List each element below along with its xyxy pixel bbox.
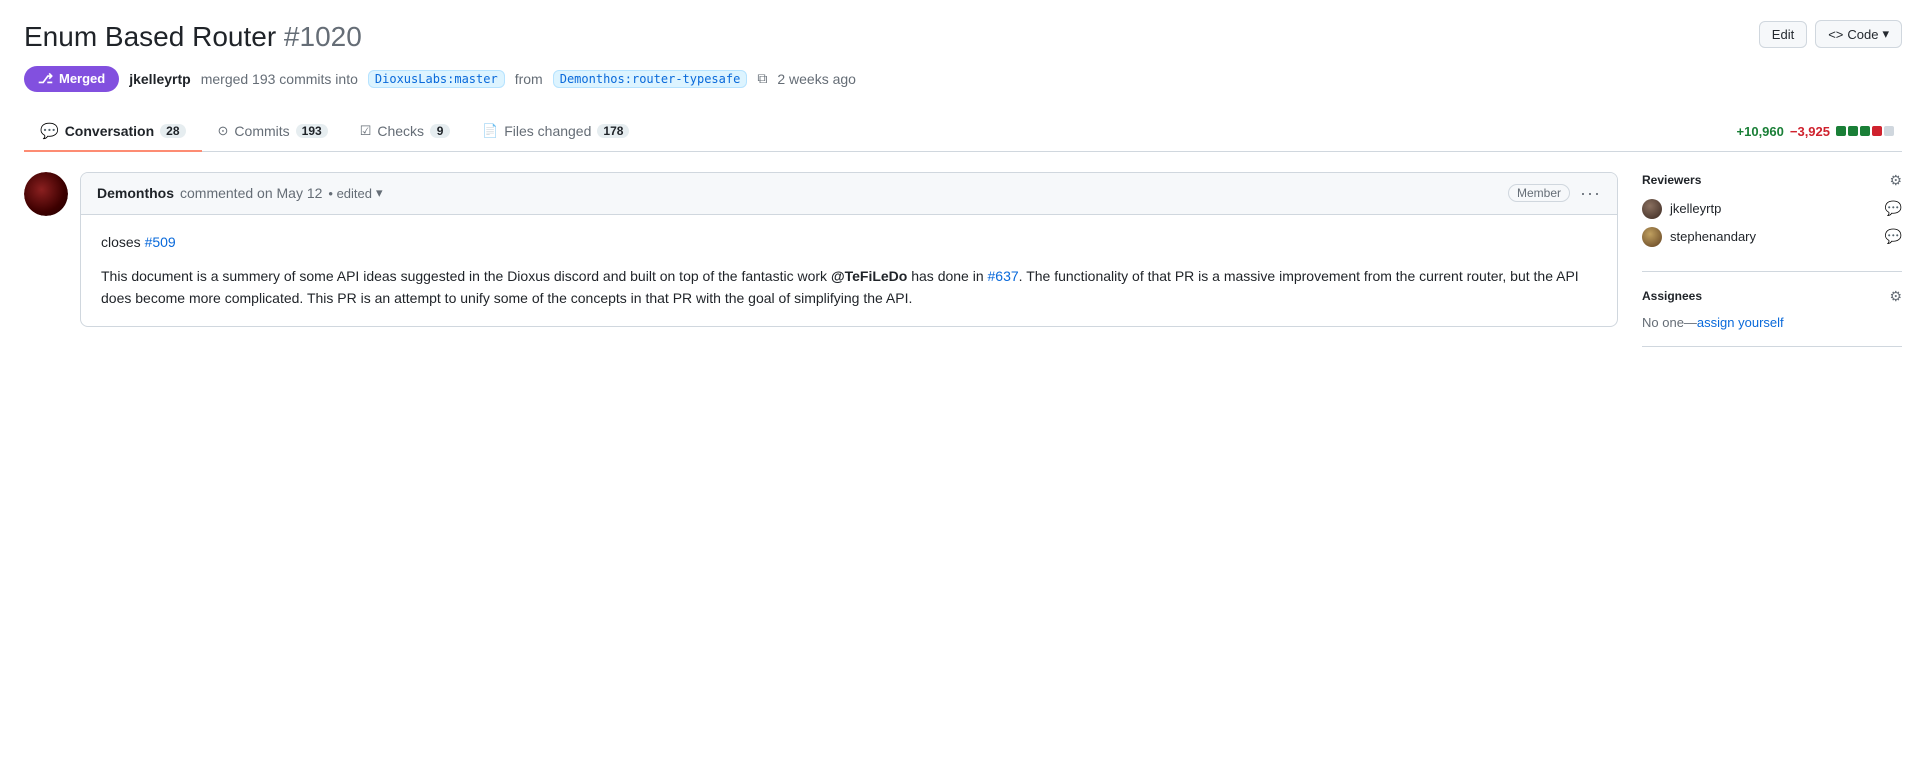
tabs-bar: 💬 Conversation 28 ⊙ Commits 193 ☑ Checks…	[24, 112, 1902, 152]
tab-files-changed[interactable]: 📄 Files changed 178	[466, 113, 645, 151]
diff-bar-1	[1836, 126, 1846, 136]
reviewer-name-1[interactable]: jkelleyrtp	[1670, 201, 1721, 216]
copy-icon[interactable]: ⧉	[757, 70, 767, 87]
edited-label: • edited	[328, 186, 372, 201]
assignees-gear-icon[interactable]: ⚙	[1889, 288, 1902, 305]
reviewer-avatar-1	[1642, 199, 1662, 219]
commits-icon: ⊙	[218, 123, 229, 139]
tab-conversation-badge: 28	[160, 124, 185, 138]
comment-container: Demonthos commented on May 12 • edited ▾…	[24, 172, 1618, 327]
from-text: from	[515, 71, 543, 87]
closes-prefix: closes	[101, 234, 145, 250]
reviewer-avatar-2	[1642, 227, 1662, 247]
edit-button[interactable]: Edit	[1759, 21, 1807, 48]
no-one-text: No one	[1642, 315, 1684, 330]
reviewer-item-1: jkelleyrtp 💬	[1642, 199, 1902, 219]
reviewers-title: Reviewers	[1642, 173, 1701, 187]
body-text-2: has done in	[907, 268, 987, 284]
comment-header: Demonthos commented on May 12 • edited ▾…	[81, 173, 1617, 215]
reviewers-header: Reviewers ⚙	[1642, 172, 1902, 189]
assignees-title: Assignees	[1642, 289, 1702, 303]
code-button[interactable]: <> Code ▾	[1815, 20, 1902, 48]
deletions-stat: −3,925	[1790, 124, 1830, 139]
code-icon: <>	[1828, 27, 1843, 42]
tab-conversation[interactable]: 💬 Conversation 28	[24, 112, 202, 152]
assignees-section: Assignees ⚙ No one—assign yourself	[1642, 272, 1902, 347]
reviewer-left-2: stephenandary	[1642, 227, 1756, 247]
tab-commits-label: Commits	[234, 123, 289, 139]
pr-header: Enum Based Router #1020 Edit <> Code ▾	[24, 20, 1902, 54]
member-badge: Member	[1508, 184, 1570, 202]
comment-box: Demonthos commented on May 12 • edited ▾…	[80, 172, 1618, 327]
avatar-image	[24, 172, 68, 216]
files-icon: 📄	[482, 123, 498, 139]
tab-files-label: Files changed	[504, 123, 591, 139]
merged-label: Merged	[59, 71, 105, 86]
comment-thread: Demonthos commented on May 12 • edited ▾…	[24, 172, 1618, 347]
tab-checks-badge: 9	[430, 124, 450, 138]
diff-bars	[1836, 126, 1894, 136]
tab-commits-badge: 193	[296, 124, 328, 138]
assignees-header: Assignees ⚙	[1642, 288, 1902, 305]
code-label: Code	[1847, 27, 1878, 42]
comment-header-right: Member ···	[1508, 183, 1601, 204]
reviewers-section: Reviewers ⚙ jkelleyrtp 💬 stephenandary 💬	[1642, 172, 1902, 272]
comment-date: commented on May 12	[180, 185, 322, 201]
body-mention: @TeFiLeDo	[831, 268, 907, 284]
additions-stat: +10,960	[1737, 124, 1784, 139]
assignees-none: No one—assign yourself	[1642, 315, 1902, 330]
diff-bar-4	[1872, 126, 1882, 136]
more-options-icon[interactable]: ···	[1580, 183, 1601, 204]
conversation-icon: 💬	[40, 122, 59, 140]
diff-bar-3	[1860, 126, 1870, 136]
reviewer-name-2[interactable]: stephenandary	[1670, 229, 1756, 244]
reviewer-comment-icon-1[interactable]: 💬	[1885, 200, 1902, 217]
reviewer-comment-icon-2[interactable]: 💬	[1885, 228, 1902, 245]
tab-checks[interactable]: ☑ Checks 9	[344, 113, 466, 151]
main-content: Demonthos commented on May 12 • edited ▾…	[24, 172, 1902, 347]
source-branch[interactable]: Demonthos:router-typesafe	[553, 70, 748, 88]
diff-bar-5	[1884, 126, 1894, 136]
comment-author[interactable]: Demonthos	[97, 185, 174, 201]
body-link[interactable]: #637	[988, 268, 1019, 284]
comment-closes-line: closes #509	[101, 231, 1597, 253]
pr-title: Enum Based Router #1020	[24, 20, 362, 54]
assign-yourself-link[interactable]: assign yourself	[1697, 315, 1784, 330]
comment-body: closes #509 This document is a summery o…	[81, 215, 1617, 326]
tab-files-badge: 178	[597, 124, 629, 138]
chevron-down-icon: ▾	[376, 185, 383, 201]
reviewers-gear-icon[interactable]: ⚙	[1889, 172, 1902, 189]
closes-link[interactable]: #509	[145, 234, 176, 250]
sidebar: Reviewers ⚙ jkelleyrtp 💬 stephenandary 💬	[1642, 172, 1902, 347]
chevron-down-icon: ▾	[1882, 26, 1889, 42]
reviewer-left-1: jkelleyrtp	[1642, 199, 1721, 219]
tab-commits[interactable]: ⊙ Commits 193	[202, 113, 344, 151]
tab-checks-label: Checks	[377, 123, 424, 139]
target-branch[interactable]: DioxusLabs:master	[368, 70, 505, 88]
comment-header-left: Demonthos commented on May 12 • edited ▾	[97, 185, 383, 201]
pr-author[interactable]: jkelleyrtp	[129, 71, 190, 87]
avatar	[24, 172, 68, 216]
pr-action-text: merged 193 commits into	[201, 71, 358, 87]
pr-number: #1020	[284, 21, 362, 52]
merge-icon: ⎇	[38, 71, 53, 87]
header-buttons: Edit <> Code ▾	[1759, 20, 1902, 48]
reviewer-item-2: stephenandary 💬	[1642, 227, 1902, 247]
diff-stats: +10,960 −3,925	[1737, 124, 1902, 139]
time-ago: 2 weeks ago	[777, 71, 856, 87]
pr-title-text: Enum Based Router	[24, 21, 276, 52]
pr-meta: ⎇ Merged jkelleyrtp merged 193 commits i…	[24, 66, 1902, 92]
diff-bar-2	[1848, 126, 1858, 136]
comment-body-text: This document is a summery of some API i…	[101, 265, 1597, 310]
checks-icon: ☑	[360, 123, 372, 139]
tab-conversation-label: Conversation	[65, 123, 154, 139]
edited-badge[interactable]: • edited ▾	[328, 185, 382, 201]
merged-badge: ⎇ Merged	[24, 66, 119, 92]
body-text-1: This document is a summery of some API i…	[101, 268, 831, 284]
